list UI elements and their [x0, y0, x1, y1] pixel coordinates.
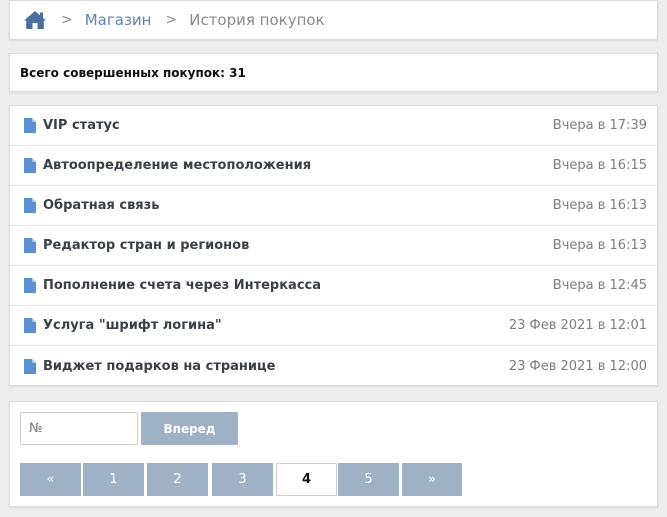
purchase-date: 23 Фев 2021 в 12:00 — [508, 358, 647, 374]
go-button[interactable]: Вперед — [141, 412, 238, 445]
page-3-button[interactable]: 3 — [212, 463, 273, 496]
document-icon — [24, 198, 36, 213]
purchase-date: 23 Фев 2021 в 12:01 — [508, 318, 647, 333]
page-5-button[interactable]: 5 — [338, 463, 399, 496]
page-prev-button[interactable]: « — [20, 463, 81, 496]
document-icon — [24, 158, 36, 173]
page-number-input[interactable] — [20, 412, 138, 445]
breadcrumb-separator: > — [165, 12, 178, 28]
page-4-button-current[interactable]: 4 — [276, 463, 337, 496]
purchase-row[interactable]: Редактор стран и регионов Вчера в 16:13 — [10, 226, 657, 266]
purchase-row[interactable]: Обратная связь Вчера в 16:13 — [10, 186, 657, 226]
page-next-button[interactable]: » — [402, 463, 462, 496]
purchase-title[interactable]: Редактор стран и регионов — [43, 238, 553, 253]
document-icon — [24, 118, 36, 133]
purchase-title[interactable]: Пополнение счета через Интеркасса — [43, 278, 553, 293]
purchase-date: Вчера в 17:39 — [552, 118, 647, 133]
purchase-title[interactable]: Обратная связь — [43, 198, 553, 213]
total-purchases-text: Всего совершенных покупок: 31 — [20, 65, 246, 80]
purchase-date: Вчера в 16:13 — [552, 198, 647, 213]
purchase-title[interactable]: VIP статус — [43, 118, 553, 133]
document-icon — [24, 358, 36, 374]
purchase-summary: Всего совершенных покупок: 31 — [9, 53, 658, 92]
purchase-row[interactable]: Услуга "шрифт логина" 23 Фев 2021 в 12:0… — [10, 306, 657, 346]
document-icon — [24, 238, 36, 253]
page-1-button[interactable]: 1 — [83, 463, 144, 496]
document-icon — [24, 318, 36, 333]
home-icon[interactable] — [23, 10, 47, 30]
purchase-title[interactable]: Услуга "шрифт логина" — [43, 318, 509, 333]
breadcrumb-current: История покупок — [189, 11, 325, 29]
purchase-title[interactable]: Автоопределение местоположения — [43, 158, 553, 173]
page-2-button[interactable]: 2 — [147, 463, 208, 496]
purchase-row[interactable]: Виджет подарков на странице 23 Фев 2021 … — [10, 346, 657, 386]
breadcrumb-shop-link[interactable]: Магазин — [85, 11, 152, 29]
breadcrumb-separator: > — [61, 12, 73, 28]
purchase-row[interactable]: VIP статус Вчера в 17:39 — [10, 106, 657, 146]
purchase-row[interactable]: Автоопределение местоположения Вчера в 1… — [10, 146, 657, 186]
purchase-date: Вчера в 16:13 — [552, 238, 647, 253]
purchase-date: Вчера в 16:15 — [552, 158, 647, 173]
purchase-list: VIP статус Вчера в 17:39 Автоопределение… — [9, 105, 658, 386]
breadcrumb: > Магазин > История покупок — [9, 0, 658, 40]
purchase-row[interactable]: Пополнение счета через Интеркасса Вчера … — [10, 266, 657, 306]
purchase-date: Вчера в 12:45 — [552, 278, 647, 293]
pagination-panel: Вперед « 1 2 3 4 5 » — [9, 401, 658, 507]
document-icon — [24, 278, 36, 293]
purchase-title[interactable]: Виджет подарков на странице — [43, 359, 509, 374]
